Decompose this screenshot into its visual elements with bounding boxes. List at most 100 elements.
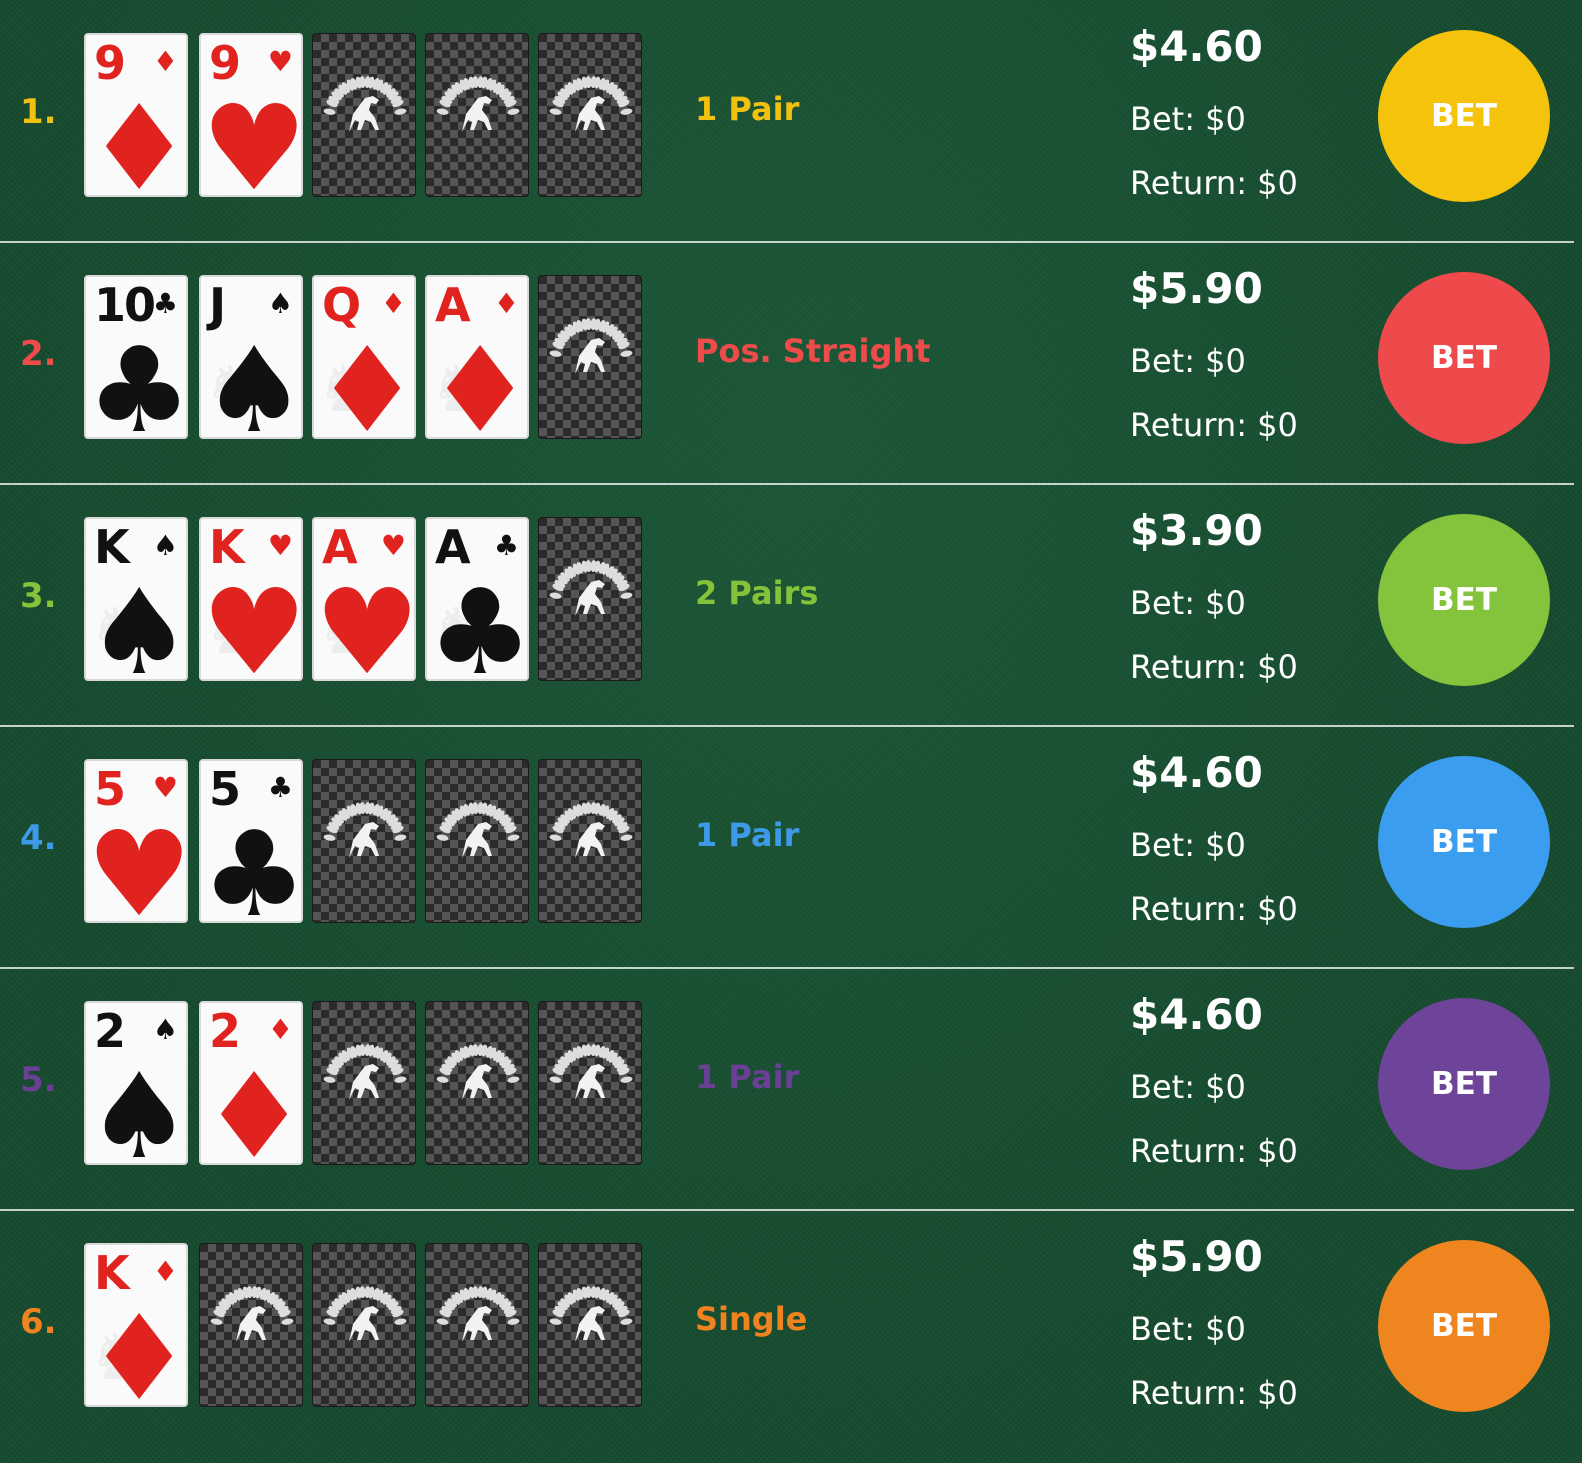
card-back	[538, 33, 642, 197]
card-suit-large: ♥	[86, 805, 188, 923]
bet-amount: Bet: $0	[1130, 584, 1246, 622]
horse-emblem-icon	[436, 1286, 520, 1342]
horse-emblem-icon	[323, 76, 407, 132]
return-label: Return:	[1130, 1374, 1258, 1412]
return-value: $0	[1257, 890, 1298, 928]
return-amount: Return: $0	[1130, 406, 1298, 444]
playing-card: ♞ J ♠ ♠	[199, 275, 303, 439]
horse-emblem-icon	[549, 802, 633, 858]
return-amount: Return: $0	[1130, 890, 1298, 928]
card-back	[538, 275, 642, 439]
card-suit-large: ♣	[86, 321, 188, 439]
return-value: $0	[1257, 406, 1298, 444]
card-suit-large: ♦	[427, 321, 529, 439]
bet-amount: Bet: $0	[1130, 342, 1246, 380]
horse-emblem-icon	[436, 76, 520, 132]
bet-value: $0	[1205, 342, 1246, 380]
playing-card: 5 ♥ ♥	[84, 759, 188, 923]
horse-emblem-icon	[549, 1044, 633, 1100]
playing-card: 2 ♦ ♦	[199, 1001, 303, 1165]
odds-value: $4.60	[1130, 990, 1263, 1039]
card-back	[538, 517, 642, 681]
bet-label: Bet:	[1130, 1310, 1206, 1348]
playing-card: ♞ A ♣ ♣	[425, 517, 529, 681]
bet-button[interactable]: BET	[1378, 514, 1550, 686]
card-suit-large: ♦	[201, 1047, 303, 1165]
card-back	[199, 1243, 303, 1407]
card-back	[312, 1001, 416, 1165]
return-label: Return:	[1130, 1132, 1258, 1170]
horse-emblem-icon	[323, 802, 407, 858]
odds-value: $3.90	[1130, 506, 1263, 555]
hand-row: 4. 5 ♥ ♥ 5 ♣ ♣ 1 Pair $4.60 Bet: $0 Return: $0 BET	[0, 726, 1574, 969]
card-suit-large: ♣	[201, 805, 303, 923]
bet-value: $0	[1205, 826, 1246, 864]
bet-value: $0	[1205, 584, 1246, 622]
bet-amount: Bet: $0	[1130, 1068, 1246, 1106]
horse-emblem-icon	[323, 1286, 407, 1342]
playing-card: 2 ♠ ♠	[84, 1001, 188, 1165]
card-suit-small: ♣	[152, 287, 178, 320]
return-value: $0	[1257, 648, 1298, 686]
hand-row: 2. 10 ♣ ♣ ♞ J ♠ ♠ ♞ Q ♦ ♦ ♞ A ♦ ♦ Pos. Straight $5.90 Bet…	[0, 242, 1574, 485]
card-suit-small: ♣	[493, 529, 519, 562]
bet-button[interactable]: BET	[1378, 272, 1550, 444]
bet-button[interactable]: BET	[1378, 998, 1550, 1170]
return-amount: Return: $0	[1130, 648, 1298, 686]
horse-emblem-icon	[436, 1044, 520, 1100]
return-label: Return:	[1130, 648, 1258, 686]
card-back	[538, 759, 642, 923]
card-suit-large: ♥	[201, 79, 303, 197]
bet-button[interactable]: BET	[1378, 30, 1550, 202]
card-suit-small: ♦	[267, 1013, 293, 1046]
bet-value: $0	[1205, 1310, 1246, 1348]
playing-card: ♞ Q ♦ ♦	[312, 275, 416, 439]
hand-name: Pos. Straight	[695, 332, 931, 370]
return-amount: Return: $0	[1130, 164, 1298, 202]
card-back	[538, 1243, 642, 1407]
hand-row: 6. ♞ K ♦ ♦ Single $5.90 Bet: $0 Return: $0 BET	[0, 1210, 1574, 1453]
odds-value: $5.90	[1130, 264, 1263, 313]
bet-label: Bet:	[1130, 100, 1206, 138]
bet-button[interactable]: BET	[1378, 756, 1550, 928]
row-rank: 3.	[20, 576, 57, 616]
bet-label: Bet:	[1130, 584, 1206, 622]
horse-emblem-icon	[210, 1286, 294, 1342]
card-suit-large: ♦	[86, 79, 188, 197]
card-suit-small: ♦	[152, 45, 178, 78]
playing-card: ♞ K ♠ ♠	[84, 517, 188, 681]
return-amount: Return: $0	[1130, 1374, 1298, 1412]
row-rank: 2.	[20, 334, 57, 374]
bet-button[interactable]: BET	[1378, 1240, 1550, 1412]
return-label: Return:	[1130, 406, 1258, 444]
bet-table: 1. 9 ♦ ♦ 9 ♥ ♥ 1 Pair $4.60 Bet: $0 Return: $0 BET…	[0, 0, 1574, 1463]
card-back	[425, 759, 529, 923]
card-suit-large: ♠	[86, 1047, 188, 1165]
return-amount: Return: $0	[1130, 1132, 1298, 1170]
card-suit-small: ♠	[267, 287, 293, 320]
card-suit-small: ♥	[267, 529, 293, 562]
hand-name: 2 Pairs	[695, 574, 819, 612]
row-rank: 5.	[20, 1060, 57, 1100]
horse-emblem-icon	[549, 76, 633, 132]
horse-emblem-icon	[549, 560, 633, 616]
card-suit-small: ♦	[152, 1255, 178, 1288]
hand-row: 5. 2 ♠ ♠ 2 ♦ ♦ 1 Pair $4.60 Bet: $0 Return: $0 BET	[0, 968, 1574, 1211]
playing-card: ♞ A ♦ ♦	[425, 275, 529, 439]
bet-amount: Bet: $0	[1130, 100, 1246, 138]
card-suit-small: ♦	[493, 287, 519, 320]
card-suit-small: ♦	[380, 287, 406, 320]
card-suit-large: ♥	[314, 563, 416, 681]
horse-emblem-icon	[549, 318, 633, 374]
playing-card: 5 ♣ ♣	[199, 759, 303, 923]
card-back	[312, 759, 416, 923]
playing-card: ♞ A ♥ ♥	[312, 517, 416, 681]
card-suit-large: ♠	[86, 563, 188, 681]
card-suit-small: ♥	[380, 529, 406, 562]
card-back	[425, 33, 529, 197]
card-suit-small: ♣	[267, 771, 293, 804]
playing-card: 10 ♣ ♣	[84, 275, 188, 439]
card-suit-small: ♥	[267, 45, 293, 78]
hand-name: 1 Pair	[695, 1058, 800, 1096]
card-suit-large: ♥	[201, 563, 303, 681]
